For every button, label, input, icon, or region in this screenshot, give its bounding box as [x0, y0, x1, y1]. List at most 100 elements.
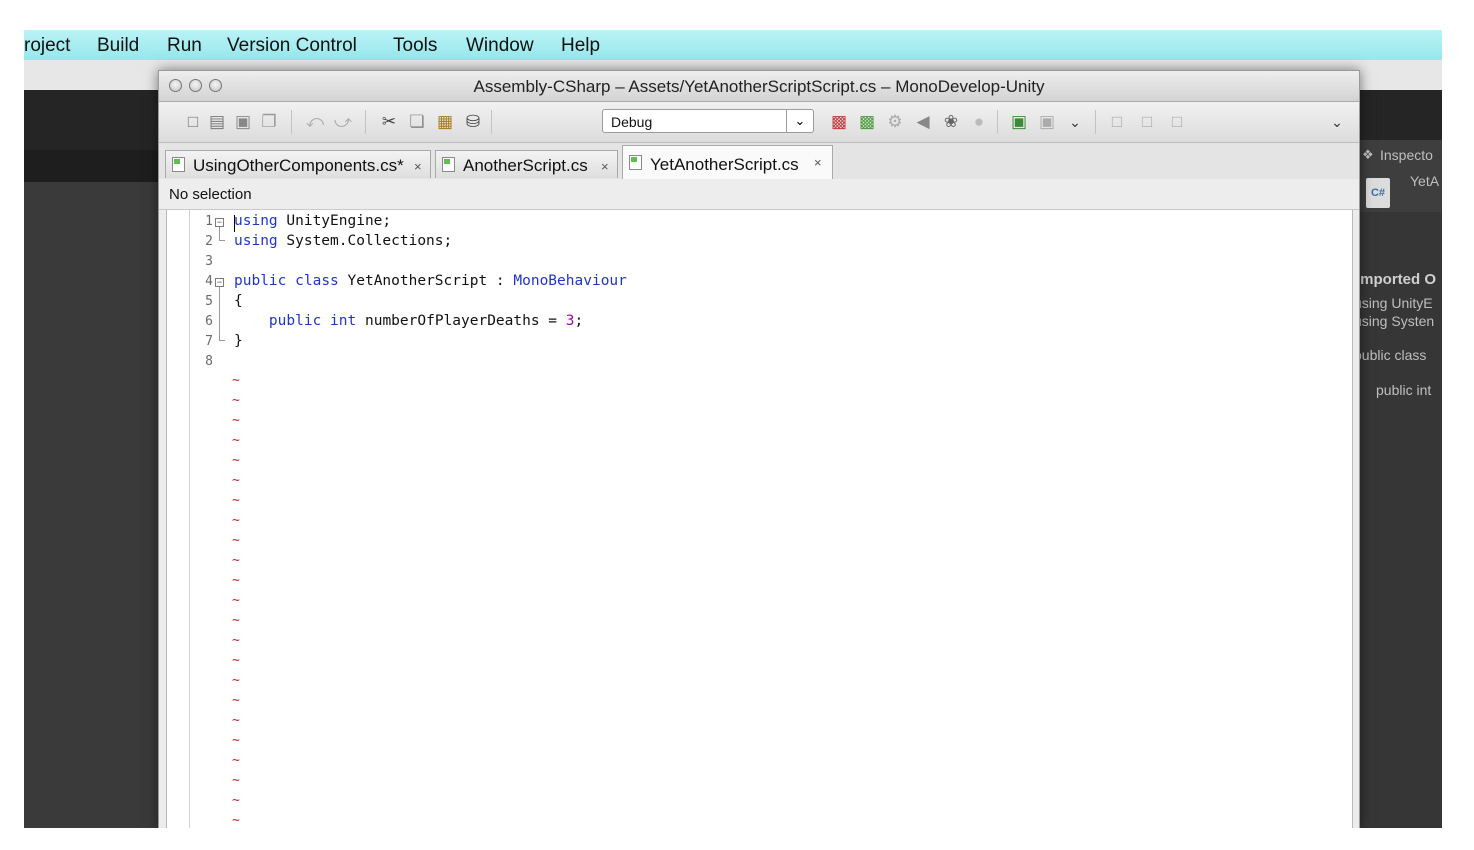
tilde-marker: ~ — [232, 573, 240, 588]
toolbar-separator — [1095, 110, 1096, 134]
line-number: 8 — [205, 354, 213, 369]
csharp-file-icon: C# — [1366, 178, 1390, 208]
info-icon: ❖ — [1362, 147, 1374, 162]
fold-line — [219, 340, 225, 341]
tilde-marker: ~ — [232, 753, 240, 768]
tilde-marker: ~ — [232, 533, 240, 548]
tilde-marker: ~ — [232, 633, 240, 648]
build-icon[interactable]: ▩ — [829, 112, 849, 132]
menu-window[interactable]: Window — [466, 35, 534, 57]
menu-tools[interactable]: Tools — [393, 35, 437, 57]
csharp-file-icon — [442, 157, 455, 172]
tilde-marker: ~ — [232, 593, 240, 608]
chevron-down-icon[interactable]: ⌄ — [1065, 112, 1085, 132]
rebuild-icon[interactable]: ▩ — [857, 112, 877, 132]
code-line: public class YetAnotherScript : MonoBeha… — [234, 273, 627, 289]
inspector-panel: ❖ Inspecto C# YetA Imported O using Unit… — [1358, 140, 1442, 828]
code-text: YetAnotherScript : — [338, 273, 514, 289]
tilde-marker: ~ — [232, 453, 240, 468]
tilde-marker: ~ — [232, 393, 240, 408]
imported-label: Imported O — [1358, 271, 1437, 288]
paste-icon[interactable]: ▦ — [435, 112, 455, 132]
open-file-icon[interactable]: ▤ — [207, 112, 227, 132]
code-text: numberOfPlayerDeaths = — [356, 313, 566, 329]
monodevelop-window: Assembly-CSharp – Assets/YetAnotherScrip… — [158, 70, 1360, 828]
tab-label: UsingOtherComponents.cs* — [193, 156, 404, 175]
tilde-marker: ~ — [232, 653, 240, 668]
code-number: 3 — [565, 313, 575, 329]
menu-run[interactable]: Run — [167, 35, 202, 57]
chevron-down-icon-2[interactable]: ⌄ — [1327, 112, 1347, 132]
redo-icon[interactable]: ⤻ — [333, 112, 353, 132]
copy-icon[interactable]: ❏ — [407, 112, 427, 132]
code-text: System.Collections; — [277, 233, 453, 249]
code-editor[interactable]: 1 2 3 4 5 6 7 8 − − using UnityEngine; u… — [166, 210, 1353, 828]
database-icon[interactable]: ⛁ — [463, 112, 483, 132]
navigate-forward-icon[interactable]: ▣ — [1037, 112, 1057, 132]
code-keyword: int — [330, 313, 357, 329]
menu-project[interactable]: roject — [24, 35, 70, 57]
save-all-icon[interactable]: ❐ — [259, 112, 279, 132]
unity-toolbar-area — [24, 90, 164, 150]
gutter-divider — [189, 210, 190, 828]
menu-help[interactable]: Help — [561, 35, 600, 57]
line-number: 2 — [205, 234, 213, 249]
tilde-marker: ~ — [232, 413, 240, 428]
new-file-icon[interactable]: □ — [183, 112, 203, 132]
toolbar-separator — [291, 110, 292, 134]
code-line: } — [234, 333, 243, 349]
run-icon[interactable]: ⚙ — [885, 112, 905, 132]
tilde-marker: ~ — [232, 613, 240, 628]
screen: roject Build Run Version Control Tools W… — [24, 30, 1442, 828]
menu-version-control[interactable]: Version Control — [227, 35, 357, 57]
navigate-back-icon[interactable]: ▣ — [1009, 112, 1029, 132]
line-number: 7 — [205, 334, 213, 349]
fold-collapse-icon[interactable]: − — [215, 278, 224, 287]
stop-icon[interactable]: ❀ — [941, 112, 961, 132]
chevron-down-icon[interactable]: ⌄ — [786, 110, 813, 132]
tab-using-other-components[interactable]: UsingOtherComponents.cs* × — [165, 150, 431, 178]
build-configuration-select[interactable]: Debug ⌄ — [602, 109, 814, 133]
menu-bar: roject Build Run Version Control Tools W… — [24, 30, 1442, 61]
inspector-code-line: public class — [1358, 347, 1427, 363]
unity-right-toolbar — [1358, 90, 1442, 140]
line-number: 1 — [205, 214, 213, 229]
tilde-marker: ~ — [232, 713, 240, 728]
inspector-code-line: public int — [1376, 382, 1432, 398]
line-number: 6 — [205, 314, 213, 329]
tilde-marker: ~ — [232, 793, 240, 808]
inspector-code-line: using UnityE — [1358, 295, 1433, 311]
attach-icon[interactable]: ◀ — [913, 112, 933, 132]
save-icon[interactable]: ▣ — [233, 112, 253, 132]
fold-collapse-icon[interactable]: − — [215, 218, 224, 227]
code-text: ; — [574, 313, 584, 329]
csharp-file-icon — [172, 157, 185, 172]
toolbar-separator — [365, 110, 366, 134]
build-configuration-value: Debug — [611, 114, 653, 130]
text-caret — [234, 215, 235, 232]
line-number: 4 — [205, 274, 213, 289]
tab-another-script[interactable]: AnotherScript.cs × — [435, 150, 618, 178]
window-titlebar: Assembly-CSharp – Assets/YetAnotherScrip… — [159, 71, 1359, 102]
layout-icon-2[interactable]: □ — [1137, 112, 1157, 132]
tilde-marker: ~ — [232, 733, 240, 748]
inspector-tab[interactable]: Inspecto — [1380, 147, 1433, 163]
tilde-marker: ~ — [232, 693, 240, 708]
close-icon[interactable]: × — [601, 159, 609, 174]
unity-left-panel — [24, 182, 159, 828]
layout-icon-3[interactable]: □ — [1167, 112, 1187, 132]
code-keyword: class — [295, 273, 339, 289]
close-icon[interactable]: × — [814, 155, 822, 170]
path-bar[interactable]: No selection — [159, 179, 1359, 210]
tilde-marker: ~ — [232, 373, 240, 388]
tab-yet-another-script[interactable]: YetAnotherScript.cs × — [622, 145, 833, 179]
pause-icon[interactable]: ● — [969, 112, 989, 132]
layout-icon[interactable]: □ — [1107, 112, 1127, 132]
code-keyword: public — [234, 273, 287, 289]
close-icon[interactable]: × — [414, 159, 422, 174]
tab-label: AnotherScript.cs — [463, 156, 588, 175]
cut-icon[interactable]: ✂ — [379, 112, 399, 132]
menu-build[interactable]: Build — [97, 35, 139, 57]
undo-icon[interactable]: ⤺ — [305, 112, 325, 132]
